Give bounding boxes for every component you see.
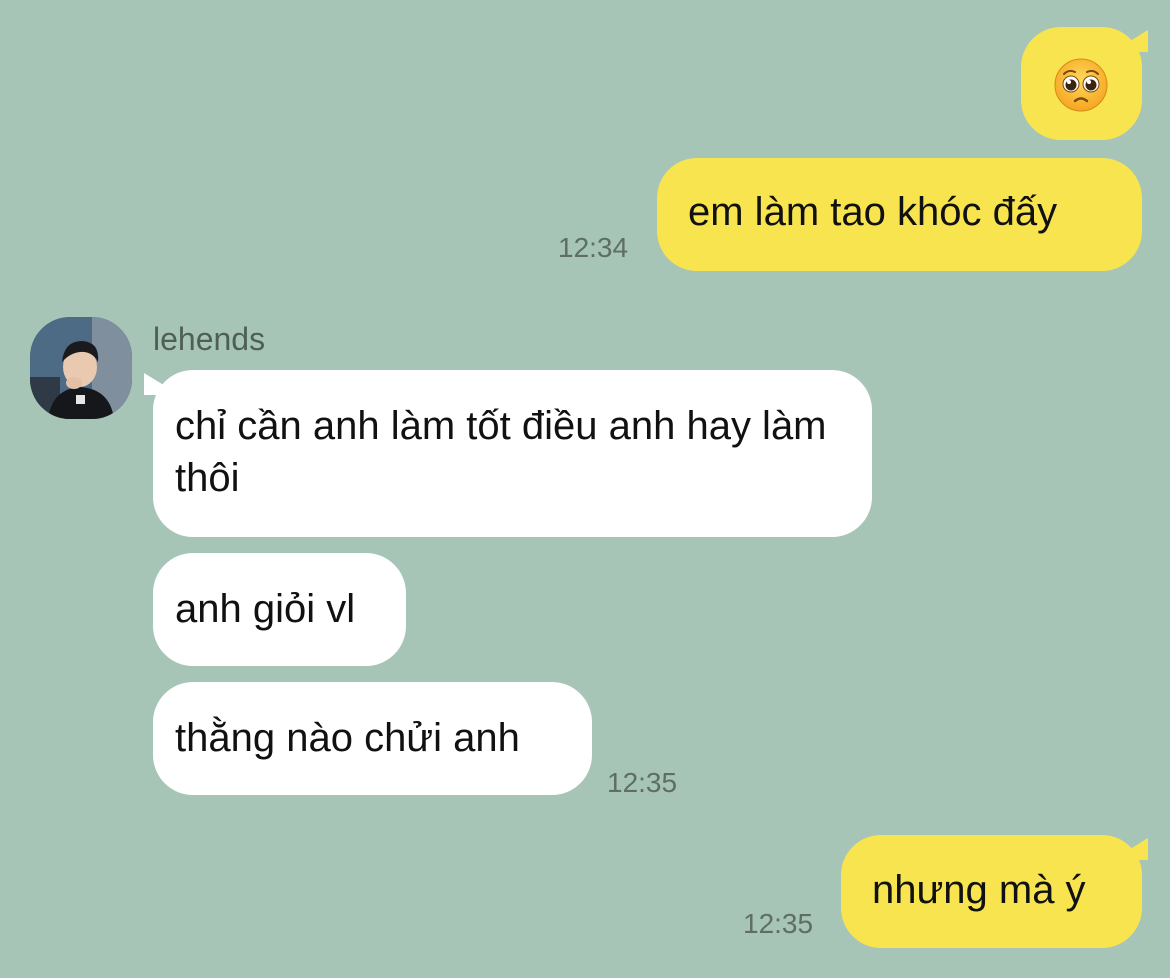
bubble-tail (1112, 30, 1148, 52)
message-text: em làm tao khóc đấy (688, 190, 1058, 234)
bubble-tail (1112, 838, 1148, 860)
message-bubble-incoming[interactable]: thằng nào chửi anh (153, 682, 592, 795)
message-text: chỉ cần anh làm tốt điều anh hay làm thô… (175, 404, 827, 500)
timestamp: 12:35 (743, 908, 814, 939)
message-bubble-incoming[interactable]: chỉ cần anh làm tốt điều anh hay làm thô… (153, 370, 872, 537)
message-text: anh giỏi vl (175, 587, 356, 631)
avatar[interactable] (30, 317, 132, 419)
timestamp: 12:34 (558, 232, 629, 263)
timestamp: 12:35 (607, 767, 678, 798)
message-bubble-outgoing[interactable]: nhưng mà ý (841, 835, 1142, 948)
bubble-tail (144, 373, 180, 395)
message-text: nhưng mà ý (872, 868, 1086, 912)
pleading-face-emoji (1053, 57, 1109, 113)
message-text: thằng nào chửi anh (175, 716, 520, 760)
sender-name: lehends (153, 321, 266, 357)
message-bubble-outgoing[interactable]: em làm tao khóc đấy (657, 158, 1142, 271)
message-bubble-incoming[interactable]: anh giỏi vl (153, 553, 406, 666)
